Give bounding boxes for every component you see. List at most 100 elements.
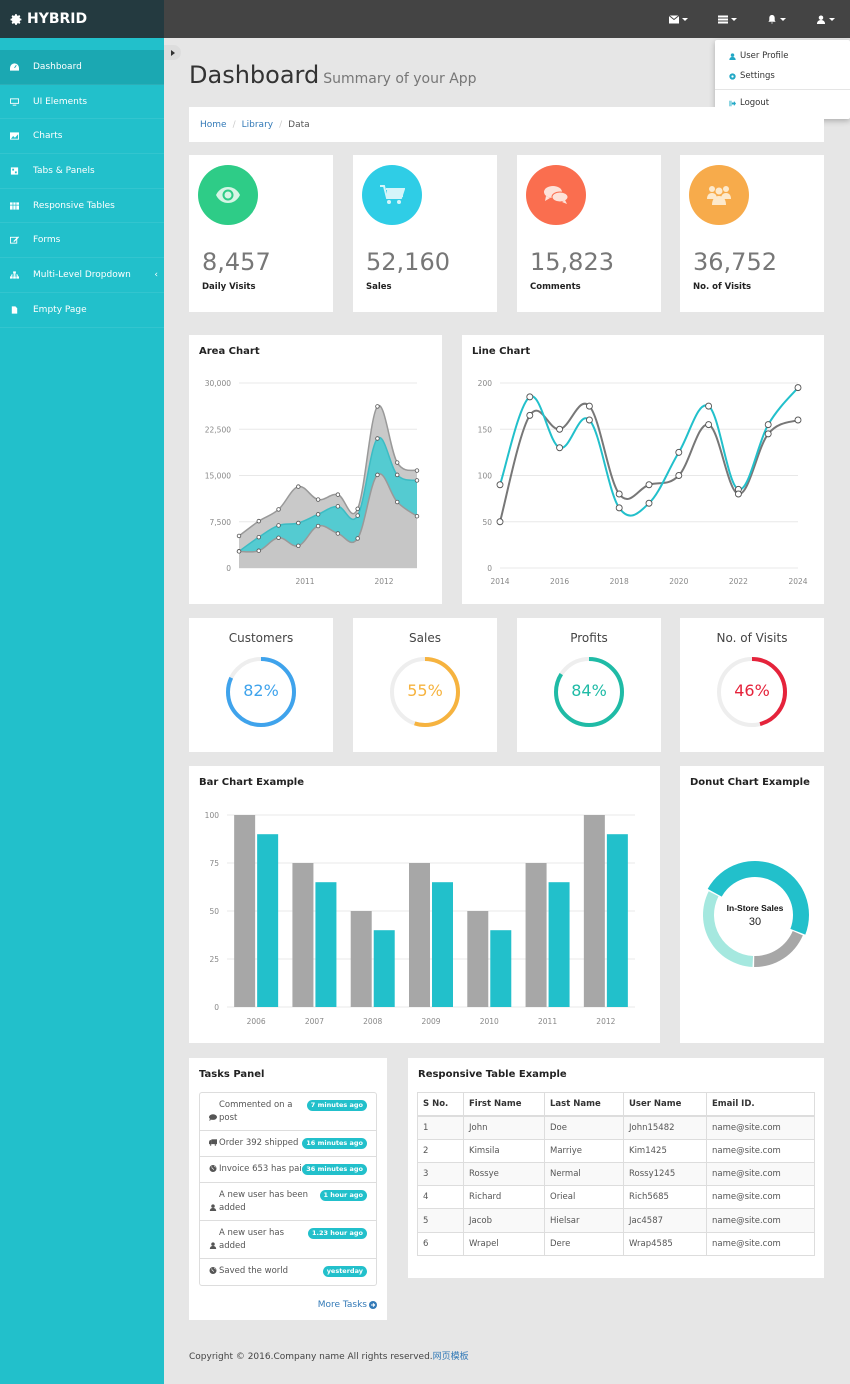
sidebar-item-responsive-tables[interactable]: Responsive Tables [0,189,164,224]
sidebar-item-ui-elements[interactable]: UI Elements [0,85,164,120]
edit-icon [10,236,19,244]
page-subtitle: Summary of your App [323,71,477,87]
area-chart-panel: Area Chart 0 7,500 15,000 22,500 30,000 2011 2… [189,335,442,604]
stat-label: Comments [530,282,581,292]
task-time-badge: 16 minutes ago [302,1138,367,1149]
table-row: 2 Kimsila Marriye Kim1425 name@site.com [417,1138,815,1163]
progress-value: 84% [571,681,607,700]
stat-card-comments: 15,823 Comments [517,155,661,312]
eye-icon [216,187,240,203]
stat-icon-circle [526,165,586,225]
area-chart: 0 7,500 15,000 22,500 30,000 2011 2012 [205,379,420,586]
stat-value: 15,823 [530,248,614,276]
x-tick-label: 2011 [538,1017,557,1026]
stat-label: Sales [366,282,392,292]
data-point [335,531,341,536]
donut-chart: In-Store Sales 30 [703,861,809,967]
donut-chart-panel: Donut Chart Example In-Store Sales 30 [680,766,824,1043]
breadcrumb-home[interactable]: Home [200,120,227,130]
table-row: 3 Rossye Nermal Rossy1245 name@site.com [417,1161,815,1187]
qrcode-icon [10,167,19,175]
y-tick-label: 75 [209,859,219,868]
breadcrumb-current: Data [288,119,310,130]
table-cell: Doe [544,1115,624,1140]
line-series-a [499,386,799,517]
progress-card-customers: Customers 82% [189,618,333,752]
footer-link[interactable]: 网页模板 [433,1352,469,1362]
data-point [675,448,683,456]
messages-dropdown[interactable] [654,0,703,38]
comment-icon [209,1113,217,1121]
task-item[interactable]: A new user has been added 1 hour ago [200,1183,376,1221]
data-point [764,421,772,429]
globe-icon [209,1165,217,1172]
bar-series-a [409,863,430,1007]
bar-series-a [583,815,605,1007]
table-icon [10,201,19,210]
stat-icon-circle [362,165,422,225]
table-cell: 6 [417,1231,464,1257]
stat-label: No. of Visits [693,282,752,292]
sidebar-item-multi-level-dropdown[interactable]: Multi-Level Dropdown ‹ [0,258,164,293]
caret-down-icon [780,17,786,21]
sidebar-item-empty-page[interactable]: Empty Page [0,293,164,328]
y-tick-label: 0 [214,1003,219,1012]
data-point [256,534,261,540]
chevron-left-icon: ‹ [154,269,158,280]
data-point [496,481,504,489]
brand-logo[interactable]: HYBRID [0,0,164,38]
table-cell: Wrap4585 [623,1231,707,1257]
donut-center-value: 30 [749,916,761,928]
user-dropdown[interactable] [801,0,850,38]
sidebar-item-tabs-panels[interactable]: Tabs & Panels [0,154,164,189]
table-cell: name@site.com [706,1231,815,1257]
y-tick-label: 7,500 [210,518,232,527]
footer: Copyright © 2016.Company name All rights… [189,1349,469,1362]
data-point [615,490,623,498]
task-item[interactable]: Invoice 653 has paid 36 minutes ago [200,1157,376,1183]
progress-value: 82% [243,681,279,700]
bar-series-b [490,930,512,1007]
table-header-row: S No. First Name Last Name User Name Ema… [417,1091,815,1117]
sidebar-item-charts[interactable]: Charts [0,119,164,155]
data-point [414,478,420,483]
menu-item-user-profile[interactable]: User Profile [729,51,789,61]
task-item[interactable]: Commented on a post 7 minutes ago [200,1093,376,1131]
column-header: User Name [623,1091,707,1117]
y-tick-label: 15,000 [205,472,231,481]
bar-chart-icon [10,132,19,140]
task-item[interactable]: A new user has added 1.23 hour ago [200,1221,376,1259]
page-title: Dashboard Summary of your App [189,61,477,89]
data-point [645,499,653,507]
y-tick-label: 100 [205,811,220,820]
y-tick-label: 30,000 [205,379,231,388]
y-tick-label: 100 [478,472,493,481]
sidebar-item-forms[interactable]: Forms [0,223,164,259]
table-cell: name@site.com [706,1161,815,1187]
y-tick-label: 0 [226,564,231,573]
progress-value: 55% [407,681,443,700]
tasks-icon [718,15,728,23]
table-cell: Rich5685 [623,1185,707,1210]
stat-value: 52,160 [366,248,450,276]
sidebar-toggle-button[interactable] [164,45,181,60]
data-point [335,492,341,497]
table-row: 5 Jacob Hielsar Jac4587 name@site.com [417,1208,815,1233]
alerts-dropdown[interactable] [752,0,801,38]
tasks-dropdown[interactable] [703,0,752,38]
sidebar-item-dashboard[interactable]: Dashboard [0,50,164,85]
task-item[interactable]: Order 392 shipped 16 minutes ago [200,1131,376,1157]
more-tasks-link[interactable]: More Tasks [318,1300,377,1310]
dashboard-icon [10,63,19,71]
bar-series-b [373,930,395,1007]
table-cell: 5 [417,1208,464,1233]
breadcrumb-library[interactable]: Library [242,120,273,130]
menu-item-settings[interactable]: Settings [729,71,775,81]
x-tick-label: 2018 [610,577,629,586]
x-tick-label: 2009 [421,1017,440,1026]
data-point [675,472,683,479]
data-point [794,416,802,424]
task-item[interactable]: Saved the world yesterday [200,1259,376,1285]
table-cell: name@site.com [706,1115,815,1140]
stat-icon-circle [689,165,749,225]
